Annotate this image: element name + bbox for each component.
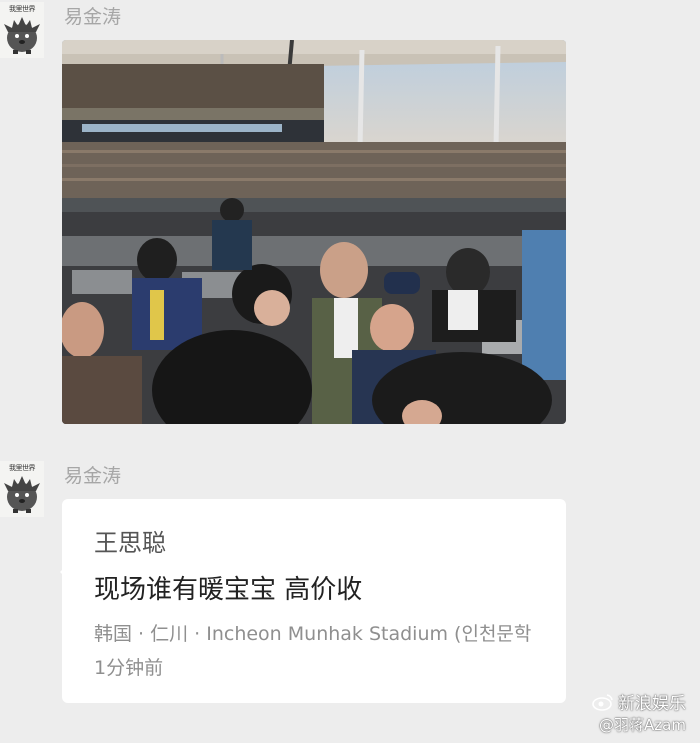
avatar-caption: 我里世界 [9,5,36,13]
moments-share-card[interactable]: 王思聪 现场谁有暖宝宝 高价收 韩国 · 仁川 · Incheon Munhak… [62,499,566,703]
card-author-name: 王思聪 [94,529,166,557]
card-location[interactable]: 韩国 · 仁川 · Incheon Munhak Stadium (인천문학 [94,619,531,646]
avatar[interactable]: 我里世界 [0,2,44,58]
watermark-handle: @羽蒋Azam [599,716,686,734]
stadium-crowd-photo[interactable] [62,40,566,424]
sender-name: 易金涛 [64,6,122,28]
card-post-text: 现场谁有暖宝宝 高价收 [94,575,363,605]
avatar-caption: 我里世界 [9,464,36,472]
hedgehog-avatar-icon [4,17,40,54]
watermark: 新浪娱乐 @羽蒋Azam [592,689,686,735]
avatar[interactable]: 我里世界 [0,461,44,517]
watermark-brand: 新浪娱乐 [618,694,686,714]
hedgehog-avatar-icon [4,476,40,513]
card-timestamp: 1分钟前 [94,657,164,679]
weibo-eye-icon [592,693,613,711]
sender-name: 易金涛 [64,465,122,487]
